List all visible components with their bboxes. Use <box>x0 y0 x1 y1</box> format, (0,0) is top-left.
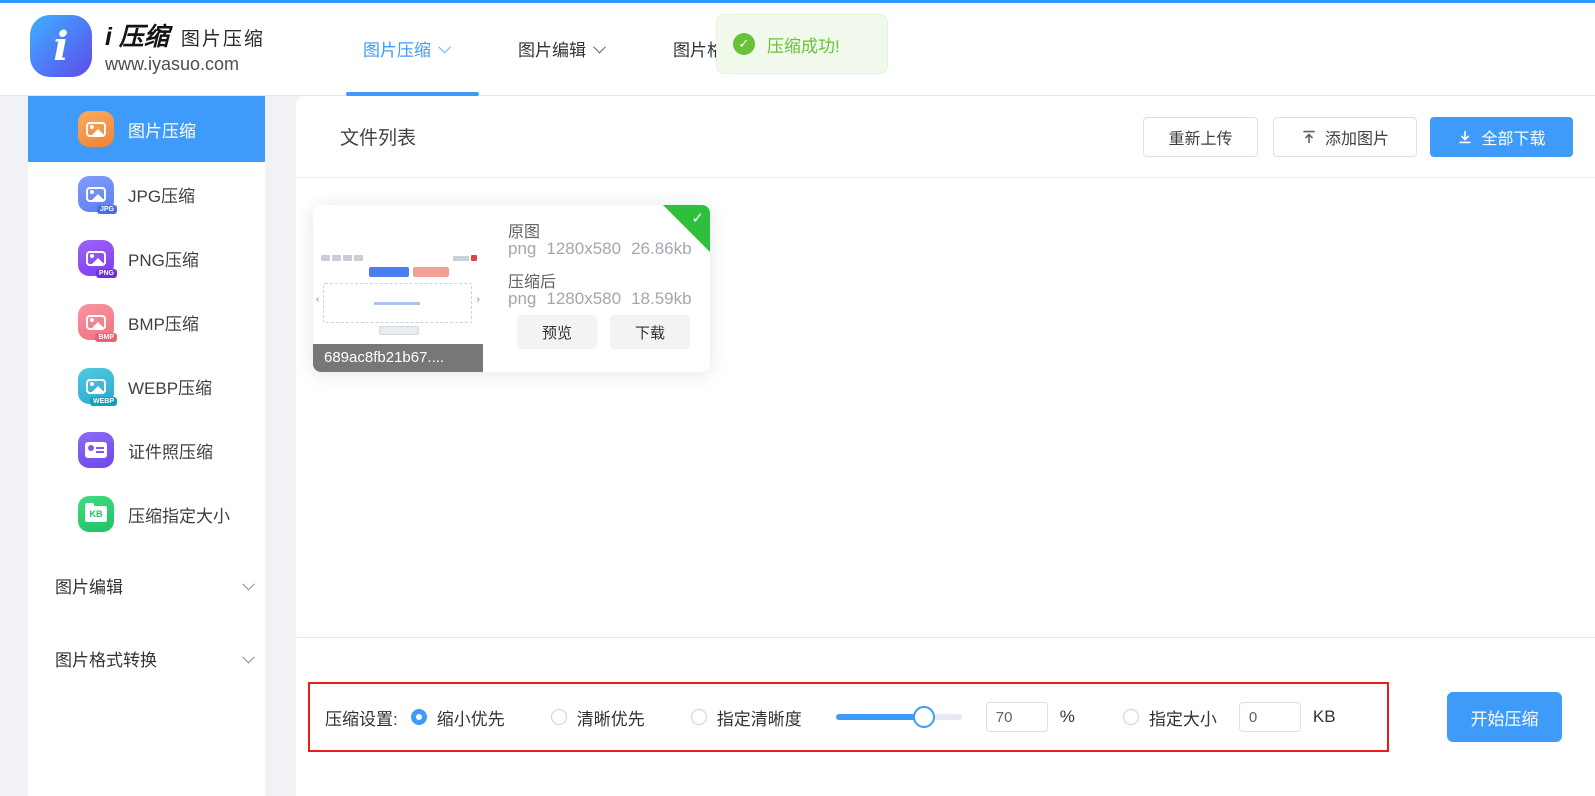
thumb-clear-button-decoration <box>413 267 449 277</box>
success-check-icon: ✓ <box>733 33 755 55</box>
reupload-label: 重新上传 <box>1168 125 1232 149</box>
download-all-button[interactable]: 全部下载 <box>1430 117 1573 157</box>
download-all-label: 全部下载 <box>1481 125 1545 149</box>
settings-label: 压缩设置: <box>325 705 398 730</box>
sidebar-item-jpg-compress[interactable]: JPG JPG压缩 <box>28 162 265 226</box>
radio-icon[interactable] <box>691 709 707 725</box>
compression-settings: 压缩设置: 缩小优先 清晰优先 指定清晰度 % 指定大小 KB <box>308 682 1389 752</box>
brand-url: www.iyasuo.com <box>105 54 265 75</box>
upload-icon <box>1301 129 1317 145</box>
sidebar-item-label: PNG压缩 <box>128 246 199 271</box>
thumb-dropzone-decoration <box>323 283 472 323</box>
sidebar-section-label: 图片编辑 <box>55 573 123 598</box>
compressed-info: png1280x58018.59kb <box>508 289 702 309</box>
check-icon: ✓ <box>691 209 704 227</box>
sidebar-item-label: 证件照压缩 <box>128 438 213 463</box>
sidebar-item-id-photo-compress[interactable]: 证件照压缩 <box>28 418 265 482</box>
png-compress-icon: PNG <box>78 240 114 276</box>
sidebar-item-label: JPG压缩 <box>128 182 195 207</box>
sidebar-item-bmp-compress[interactable]: BMP BMP压缩 <box>28 290 265 354</box>
quality-input[interactable] <box>986 702 1048 732</box>
sidebar-item-label: WEBP压缩 <box>128 374 212 399</box>
chevron-down-icon <box>242 650 255 663</box>
radio-icon[interactable] <box>1123 709 1139 725</box>
thumb-upload-button-decoration <box>369 267 409 277</box>
sidebar-item-label: 图片压缩 <box>128 117 196 142</box>
header-divider <box>296 177 1595 178</box>
download-button[interactable]: 下载 <box>610 315 690 349</box>
radio-label: 指定大小 <box>1149 705 1217 730</box>
sidebar-item-png-compress[interactable]: PNG PNG压缩 <box>28 226 265 290</box>
thumb-format-badges <box>321 255 363 261</box>
nav-tab-label: 图片编辑 <box>518 36 586 61</box>
brand-name: i 压缩 <box>105 17 169 53</box>
radio-label: 缩小优先 <box>437 705 505 730</box>
chevron-down-icon <box>242 577 255 590</box>
option-clarity-first[interactable]: 清晰优先 <box>551 705 645 730</box>
app-header: i i 压缩 图片压缩 www.iyasuo.com 图片压缩 图片编辑 图片格… <box>0 0 1595 96</box>
option-shrink-first[interactable]: 缩小优先 <box>411 705 505 730</box>
thumb-close-decoration <box>453 255 477 261</box>
sidebar-item-label: BMP压缩 <box>128 310 199 335</box>
sidebar-item-label: 压缩指定大小 <box>128 502 230 527</box>
active-tab-underline <box>346 92 479 96</box>
thumb-arrow-right: › <box>477 295 480 305</box>
sidebar-section-image-edit[interactable]: 图片编辑 <box>55 558 253 612</box>
brand-text: i 压缩 图片压缩 www.iyasuo.com <box>105 17 265 75</box>
radio-icon[interactable] <box>411 709 427 725</box>
sidebar-section-label: 图片格式转换 <box>55 646 157 671</box>
logo-icon: i <box>30 15 92 77</box>
brand[interactable]: i i 压缩 图片压缩 www.iyasuo.com <box>30 15 265 77</box>
chevron-down-icon <box>593 40 606 53</box>
quality-slider-fill <box>836 714 924 720</box>
sidebar-item-target-size-compress[interactable]: KB 压缩指定大小 <box>28 482 265 546</box>
preview-button[interactable]: 预览 <box>517 315 597 349</box>
thumb-arrow-left: ‹ <box>316 295 319 305</box>
file-thumbnail: ‹ › <box>313 205 483 344</box>
top-accent-line <box>0 0 1595 3</box>
chevron-down-icon <box>438 40 451 53</box>
file-card: ‹ › 689ac8fb21b67.... ✓ 原图 png1280x58026… <box>313 205 710 372</box>
thumb-pill-decoration <box>379 326 419 335</box>
radio-label: 指定清晰度 <box>717 705 802 730</box>
image-compress-icon <box>78 111 114 147</box>
nav-tab-image-compress[interactable]: 图片压缩 <box>363 0 449 96</box>
sidebar-item-image-compress[interactable]: 图片压缩 <box>28 96 265 162</box>
main-panel: 文件列表 重新上传 添加图片 全部下载 ‹ › 689ac8fb21b67...… <box>296 96 1595 796</box>
quality-slider-handle[interactable] <box>913 706 935 728</box>
radio-icon[interactable] <box>551 709 567 725</box>
quality-unit: % <box>1060 707 1075 727</box>
quality-slider[interactable] <box>836 706 962 728</box>
add-images-button[interactable]: 添加图片 <box>1273 117 1417 157</box>
webp-compress-icon: WEBP <box>78 368 114 404</box>
reupload-button[interactable]: 重新上传 <box>1143 117 1258 157</box>
radio-label: 清晰优先 <box>577 705 645 730</box>
start-compress-button[interactable]: 开始压缩 <box>1447 692 1562 742</box>
bmp-compress-icon: BMP <box>78 304 114 340</box>
sidebar-section-format-convert[interactable]: 图片格式转换 <box>55 631 253 685</box>
id-photo-icon <box>78 432 114 468</box>
sidebar-item-webp-compress[interactable]: WEBP WEBP压缩 <box>28 354 265 418</box>
kb-folder-icon: KB <box>78 496 114 532</box>
success-toast: ✓ 压缩成功! <box>716 14 888 74</box>
add-images-label: 添加图片 <box>1325 125 1389 149</box>
nav-tab-image-edit[interactable]: 图片编辑 <box>518 0 604 96</box>
target-size-unit: KB <box>1313 707 1336 727</box>
download-icon <box>1457 129 1473 145</box>
toast-message: 压缩成功! <box>767 32 840 57</box>
original-info: png1280x58026.86kb <box>508 239 702 259</box>
brand-product: 图片压缩 <box>181 24 265 51</box>
sidebar: 图片压缩 JPG JPG压缩 PNG PNG压缩 BMP BMP压缩 WEBP … <box>28 96 265 796</box>
nav-tab-label: 图片压缩 <box>363 36 431 61</box>
option-custom-clarity[interactable]: 指定清晰度 <box>691 705 802 730</box>
page-title: 文件列表 <box>340 123 416 150</box>
settings-divider <box>296 637 1595 638</box>
jpg-compress-icon: JPG <box>78 176 114 212</box>
file-name: 689ac8fb21b67.... <box>313 344 483 372</box>
target-size-input[interactable] <box>1239 702 1301 732</box>
option-target-size[interactable]: 指定大小 <box>1123 705 1217 730</box>
